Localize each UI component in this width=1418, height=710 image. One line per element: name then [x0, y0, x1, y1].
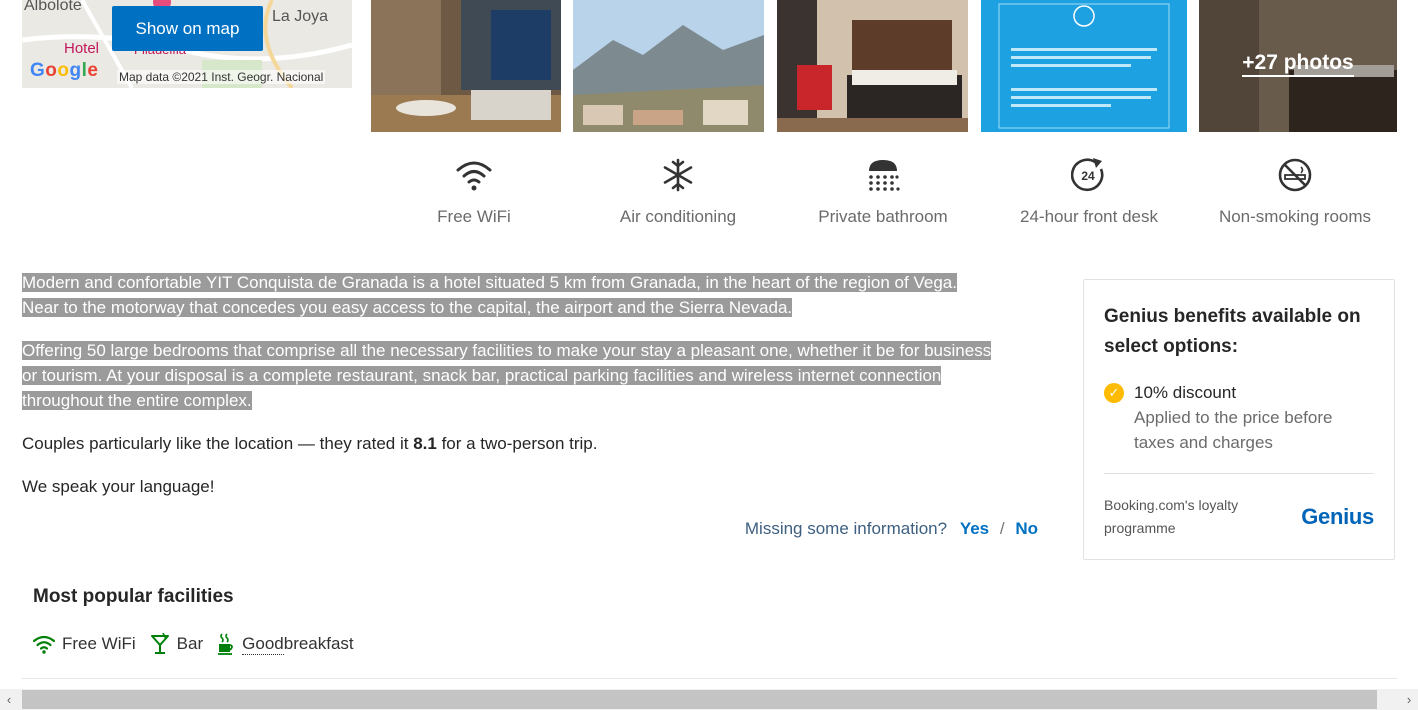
facility-24h-label: 24-hour front desk	[1020, 207, 1158, 226]
check-icon: ✓	[1104, 383, 1124, 403]
photo-notice[interactable]	[981, 0, 1187, 132]
no-smoking-icon	[1195, 155, 1395, 195]
snowflake-icon	[578, 155, 778, 195]
more-photos-label: +27 photos	[1242, 51, 1354, 77]
genius-divider	[1104, 473, 1374, 474]
facility-24h-front-desk: 24 24-hour front desk	[989, 155, 1189, 227]
description-paragraph-4: We speak your language!	[22, 477, 215, 496]
photo-more[interactable]: +27 photos	[1199, 0, 1397, 132]
facility-non-smoking-label: Non-smoking rooms	[1218, 207, 1372, 226]
coffee-icon	[218, 633, 234, 655]
genius-benefit-title: 10% discount	[1134, 383, 1237, 402]
wifi-icon	[33, 635, 55, 654]
description-paragraph-3: Couples particularly like the location —…	[22, 431, 1052, 456]
facility-wifi-label: Free WiFi	[437, 207, 511, 226]
scroll-right-arrow-icon[interactable]: ›	[1400, 690, 1418, 709]
photo-bathroom-image	[371, 0, 561, 132]
missing-information-prompt: Missing some information? Yes / No	[745, 519, 1038, 539]
missing-info-yes-link[interactable]: Yes	[960, 519, 989, 538]
24h-icon: 24	[989, 155, 1189, 195]
popular-item-bar: Bar	[150, 633, 203, 655]
genius-loyalty-text: Booking.com's loyalty programme	[1104, 497, 1239, 536]
description-p1-line1: Modern and confortable YIT Conquista de …	[22, 273, 957, 292]
description-p2-line1: Offering 50 large bedrooms that comprise…	[22, 341, 992, 360]
scrollbar-thumb[interactable]	[22, 690, 1377, 709]
cocktail-icon	[150, 633, 169, 654]
description-paragraph-2: Offering 50 large bedrooms that comprise…	[22, 338, 1052, 413]
facility-non-smoking: Non-smoking rooms	[1195, 155, 1395, 227]
property-description: Modern and confortable YIT Conquista de …	[22, 270, 1052, 517]
map-preview[interactable]: Albolote La Joya Hotel Filadelfia Google…	[22, 0, 352, 88]
genius-benefit-item: ✓ 10% discount Applied to the price befo…	[1104, 380, 1374, 455]
map-hotel-label: Hotel	[64, 40, 100, 57]
genius-title: Genius benefits available on select opti…	[1104, 306, 1361, 357]
missing-info-separator: /	[999, 519, 1005, 538]
genius-benefits-box: Genius benefits available on select opti…	[1083, 279, 1395, 560]
location-rating: 8.1	[413, 434, 437, 453]
show-on-map-button[interactable]: Show on map	[112, 6, 263, 51]
map-label-albolote: Albolote	[24, 0, 82, 14]
section-divider	[22, 678, 1397, 679]
popular-item-wifi-label: Free WiFi	[62, 634, 136, 653]
scroll-left-arrow-icon[interactable]: ‹	[0, 690, 18, 709]
photo-notice-image	[981, 0, 1187, 132]
map-credit: Map data ©2021 Inst. Geogr. Nacional	[117, 70, 326, 84]
popular-item-breakfast-good[interactable]: Good	[242, 634, 284, 655]
horizontal-scrollbar[interactable]: ‹ ›	[0, 689, 1418, 710]
popular-item-breakfast-label: breakfast	[283, 634, 354, 653]
description-p1-line2: Near to the motorway that concedes you e…	[22, 298, 793, 317]
description-p3-after: for a two-person trip.	[436, 434, 598, 453]
description-p3-before: Couples particularly like the location —…	[22, 434, 414, 453]
facility-air-conditioning-label: Air conditioning	[619, 207, 737, 226]
popular-item-breakfast: Good breakfast	[217, 633, 354, 655]
svg-text:24: 24	[1081, 169, 1095, 183]
wifi-icon	[374, 155, 574, 195]
more-photos-overlay[interactable]: +27 photos	[1199, 0, 1397, 132]
description-p2-line2: or tourism. At your disposal is a comple…	[22, 366, 942, 385]
photo-view-image	[573, 0, 764, 132]
google-logo: Google	[30, 60, 99, 81]
photo-bathroom[interactable]	[371, 0, 561, 132]
facility-private-bathroom: Private bathroom	[783, 155, 983, 227]
popular-facilities-title: Most popular facilities	[33, 586, 234, 607]
missing-info-no-link[interactable]: No	[1015, 519, 1038, 538]
popular-item-bar-label: Bar	[176, 634, 204, 653]
popular-item-wifi: Free WiFi	[33, 634, 136, 654]
facility-air-conditioning: Air conditioning	[578, 155, 778, 227]
facility-wifi: Free WiFi	[374, 155, 574, 227]
popular-facilities-list: Free WiFi Bar Good breakfast	[33, 633, 368, 655]
shower-icon	[783, 155, 983, 195]
description-p2-line3: throughout the entire complex.	[22, 391, 252, 410]
map-label-la-joya: La Joya	[272, 8, 329, 25]
photo-view[interactable]	[573, 0, 764, 132]
genius-benefit-description: Applied to the price before taxes and ch…	[1134, 408, 1333, 452]
photo-bedroom-image	[777, 0, 968, 132]
genius-footer: Booking.com's loyalty programme Genius	[1104, 494, 1374, 540]
genius-logo[interactable]: Genius	[1301, 504, 1374, 530]
facility-private-bathroom-label: Private bathroom	[818, 207, 948, 226]
photo-bedroom[interactable]	[777, 0, 968, 132]
missing-info-question: Missing some information?	[744, 519, 948, 538]
description-paragraph-1: Modern and confortable YIT Conquista de …	[22, 270, 1052, 320]
